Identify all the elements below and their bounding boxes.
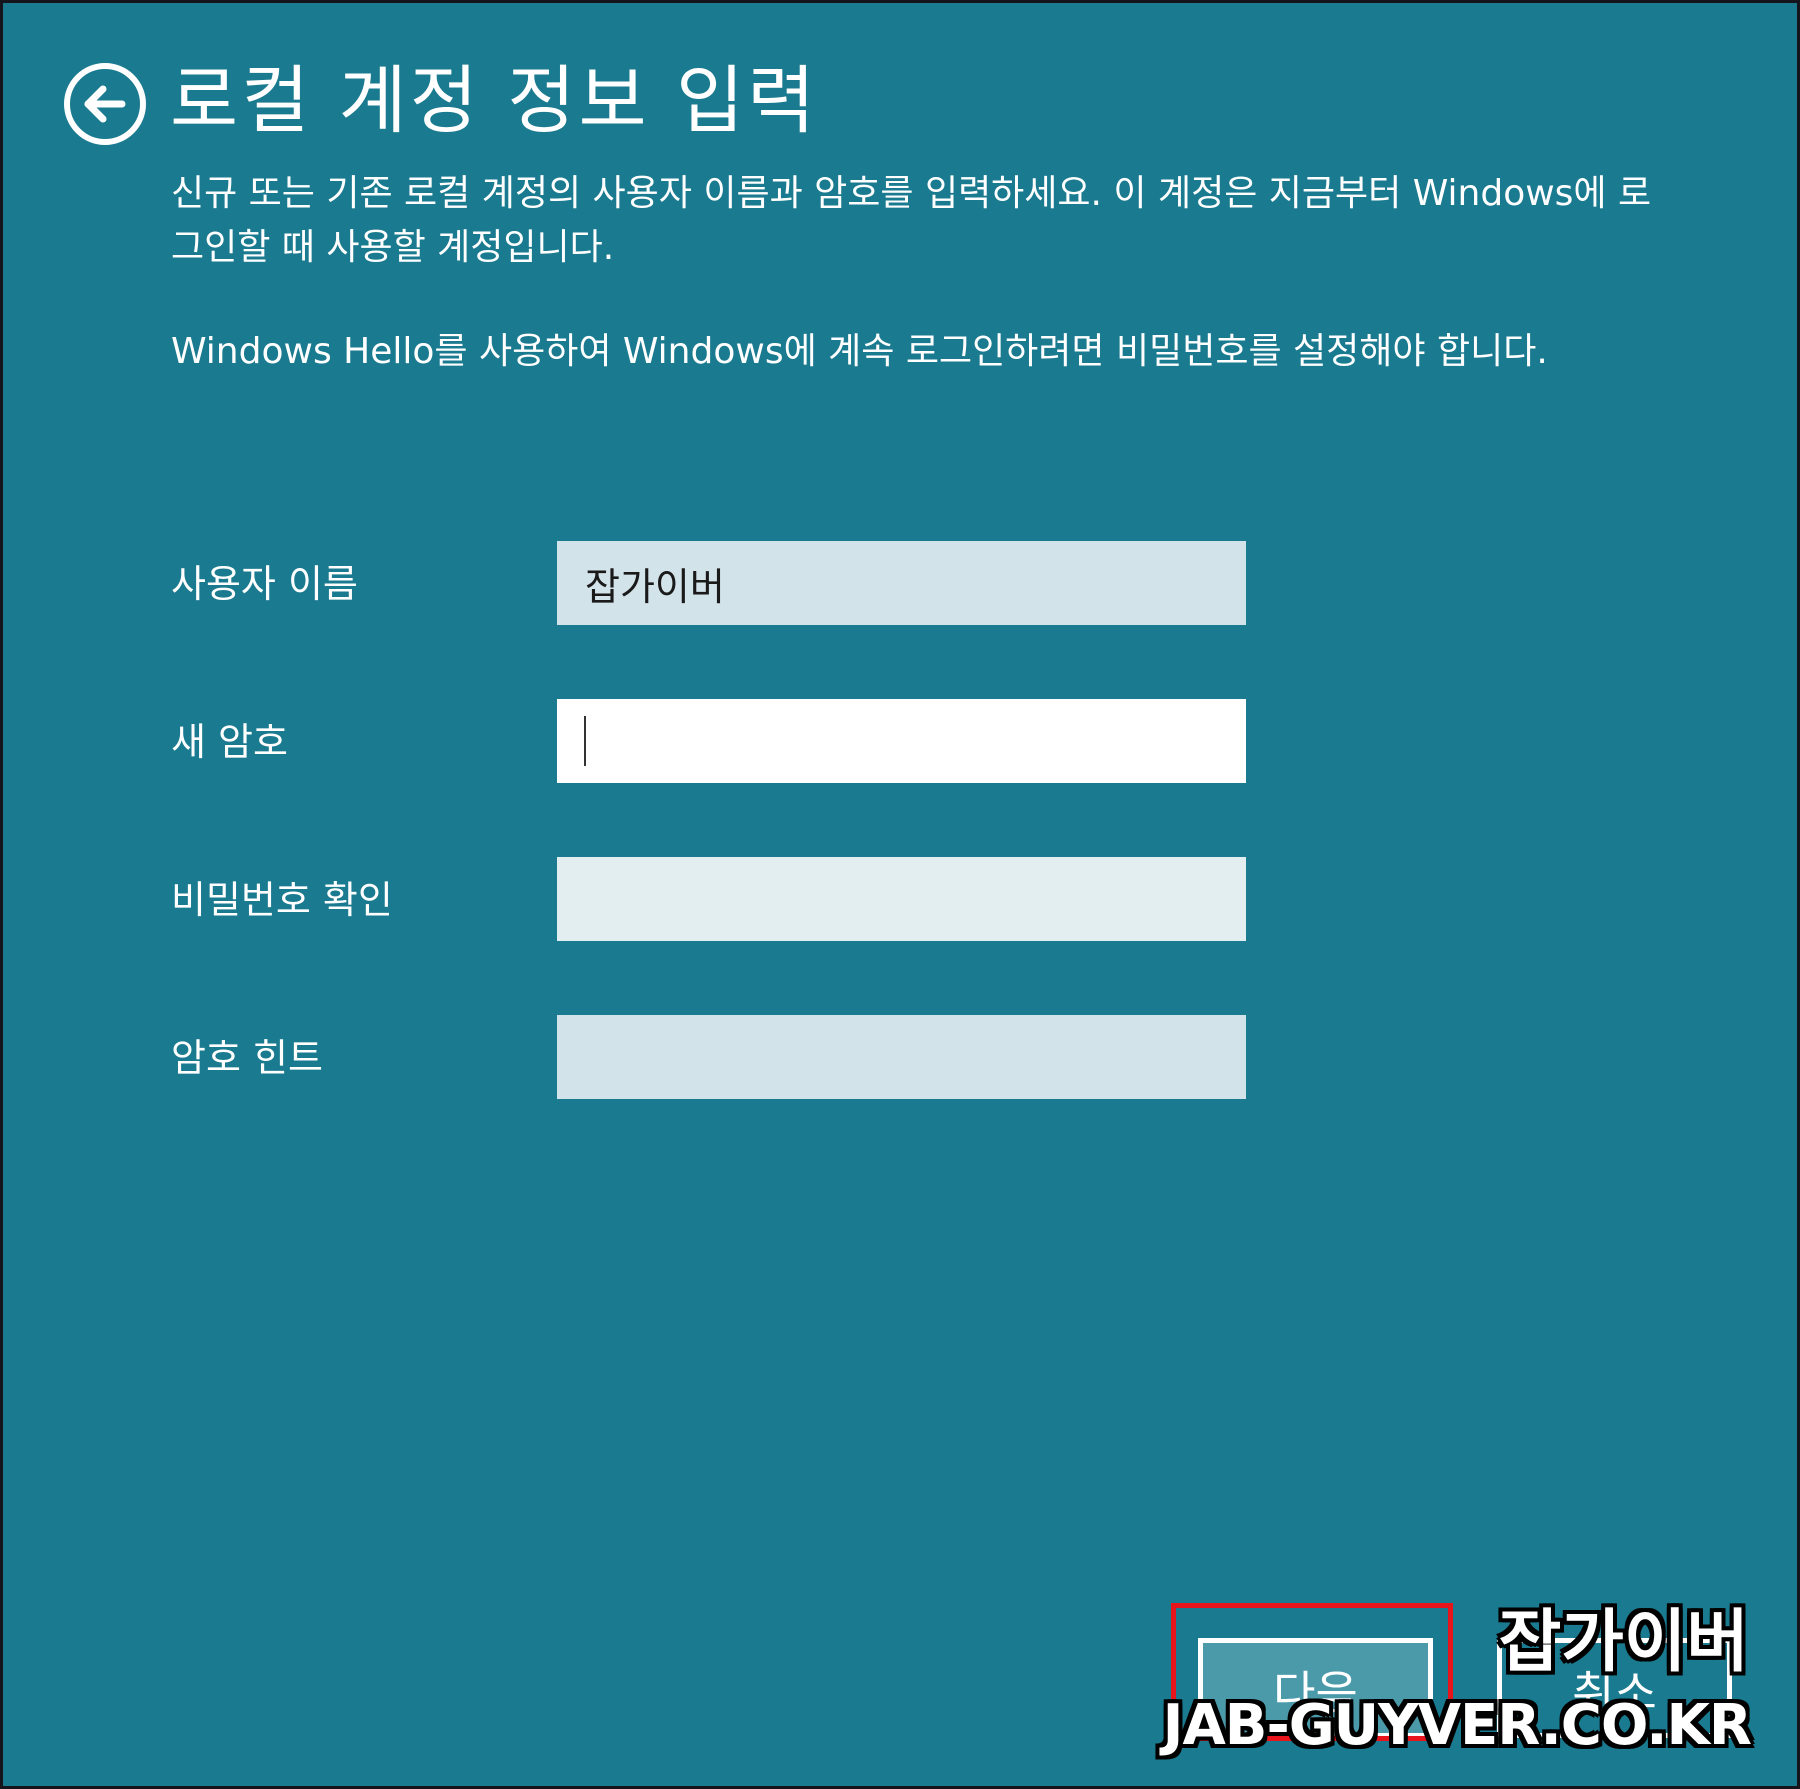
new-password-input[interactable]: [557, 699, 1246, 783]
password-hint-input[interactable]: [557, 1015, 1246, 1099]
text-cursor: [584, 716, 586, 766]
cancel-button[interactable]: 취소: [1497, 1638, 1732, 1738]
arrow-left-circle-icon: [84, 85, 126, 123]
confirm-password-input[interactable]: [557, 857, 1246, 941]
username-label: 사용자 이름: [171, 562, 358, 606]
password-hint-label: 암호 힌트: [171, 1036, 323, 1080]
description-paragraph-1: 신규 또는 기존 로컬 계정의 사용자 이름과 암호를 입력하세요. 이 계정은…: [171, 173, 1652, 268]
description-paragraph-2: Windows Hello를 사용하여 Windows에 계속 로그인하려면 비…: [171, 331, 1548, 372]
account-setup-window: 로컬 계정 정보 입력 신규 또는 기존 로컬 계정의 사용자 이름과 암호를 …: [0, 0, 1800, 1789]
page-title: 로컬 계정 정보 입력: [170, 58, 819, 144]
back-button[interactable]: [64, 63, 146, 145]
next-button[interactable]: 다음: [1198, 1638, 1433, 1738]
username-input[interactable]: [557, 541, 1246, 625]
confirm-password-label: 비밀번호 확인: [171, 878, 393, 922]
new-password-label: 새 암호: [171, 720, 288, 764]
